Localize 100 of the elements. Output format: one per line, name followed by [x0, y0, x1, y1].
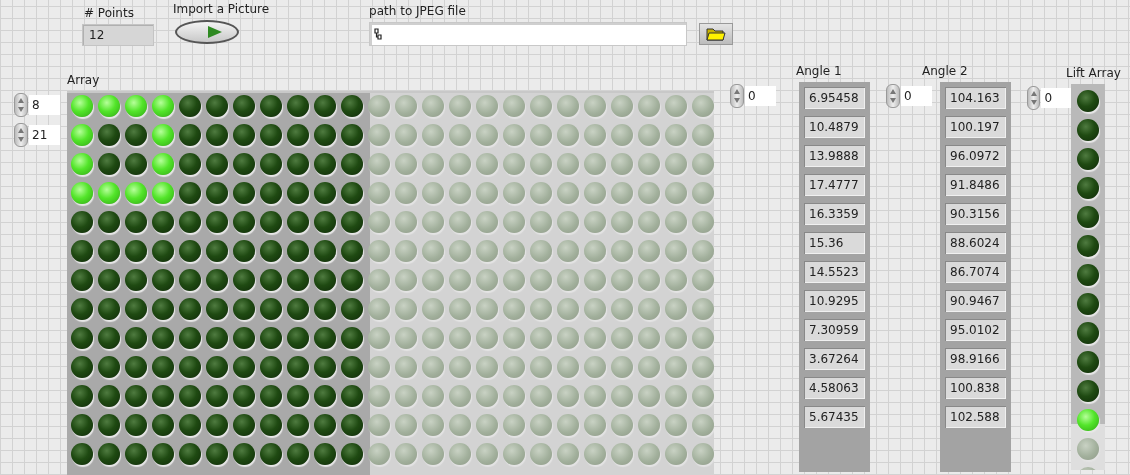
numeric-indicator: 10.4879	[804, 116, 865, 138]
spinner-arrows-icon	[1029, 90, 1038, 106]
index-spinner[interactable]	[1027, 86, 1041, 110]
disabled-led	[530, 356, 552, 378]
import-button[interactable]	[175, 20, 239, 44]
numeric-indicator: 90.9467	[945, 290, 1006, 312]
disabled-led	[530, 153, 552, 175]
disabled-led	[611, 385, 633, 407]
disabled-led	[611, 124, 633, 146]
disabled-led	[665, 211, 687, 233]
disabled-led	[584, 211, 606, 233]
disabled-led	[368, 298, 390, 320]
disabled-led	[449, 327, 471, 349]
disabled-led	[368, 443, 390, 465]
numeric-indicator: 104.163	[945, 87, 1006, 109]
disabled-led	[368, 124, 390, 146]
disabled-led	[665, 240, 687, 262]
disabled-led	[476, 385, 498, 407]
disabled-led	[584, 182, 606, 204]
disabled-led	[611, 95, 633, 117]
disabled-led	[503, 211, 525, 233]
disabled-led	[368, 385, 390, 407]
disabled-led	[557, 95, 579, 117]
disabled-led	[665, 327, 687, 349]
numeric-indicator: 102.588	[945, 406, 1006, 428]
disabled-led	[422, 211, 444, 233]
disabled-led	[638, 327, 660, 349]
disabled-led	[584, 95, 606, 117]
disabled-led	[638, 443, 660, 465]
disabled-led	[638, 356, 660, 378]
disabled-led	[584, 443, 606, 465]
disabled-led	[395, 385, 417, 407]
disabled-led	[611, 240, 633, 262]
numeric-indicator: 10.9295	[804, 290, 865, 312]
disabled-led	[557, 414, 579, 436]
disabled-led	[557, 327, 579, 349]
numeric-indicator: 4.58063	[804, 377, 865, 399]
disabled-led	[584, 269, 606, 291]
index-field[interactable]: 0	[901, 86, 932, 106]
disabled-led	[692, 240, 714, 262]
index-spinner[interactable]	[14, 93, 28, 117]
disabled-led	[530, 443, 552, 465]
disabled-led	[557, 153, 579, 175]
index-spinner[interactable]	[730, 84, 744, 108]
disabled-led	[530, 240, 552, 262]
disabled-led	[638, 182, 660, 204]
disabled-led	[638, 269, 660, 291]
path-field[interactable]	[369, 22, 688, 46]
browse-button[interactable]	[699, 23, 734, 45]
disabled-led	[503, 269, 525, 291]
disabled-led	[449, 95, 471, 117]
numeric-indicator: 6.95458	[804, 87, 865, 109]
numeric-indicator: 13.9888	[804, 145, 865, 167]
disabled-led	[503, 240, 525, 262]
disabled-led	[638, 95, 660, 117]
disabled-led	[449, 211, 471, 233]
index-field[interactable]: 0	[1041, 88, 1071, 108]
array-label: Angle 1	[796, 64, 842, 78]
index-field[interactable]: 8	[29, 95, 60, 115]
disabled-led	[665, 124, 687, 146]
disabled-led	[503, 356, 525, 378]
disabled-led	[422, 182, 444, 204]
disabled-led	[422, 327, 444, 349]
disabled-led	[530, 327, 552, 349]
disabled-led	[638, 385, 660, 407]
disabled-led	[530, 298, 552, 320]
disabled-led	[584, 414, 606, 436]
disabled-led	[665, 298, 687, 320]
disabled-led	[692, 182, 714, 204]
path-icon	[374, 28, 383, 40]
index-spinner[interactable]	[886, 84, 900, 108]
disabled-led	[395, 153, 417, 175]
disabled-led	[449, 298, 471, 320]
numeric-indicator: 7.30959	[804, 319, 865, 341]
disabled-led	[692, 269, 714, 291]
index-spinner[interactable]	[14, 123, 28, 147]
index-field[interactable]: 0	[745, 86, 776, 106]
disabled-led	[503, 443, 525, 465]
disabled-led	[368, 414, 390, 436]
disabled-led	[530, 269, 552, 291]
numeric-indicator: 88.6024	[945, 232, 1006, 254]
array-label: Lift Array	[1066, 66, 1121, 80]
disabled-led	[665, 182, 687, 204]
index-field[interactable]: 21	[29, 125, 60, 145]
numeric-indicator: 100.838	[945, 377, 1006, 399]
disabled-led	[692, 298, 714, 320]
array-label: Angle 2	[922, 64, 968, 78]
disabled-led	[476, 211, 498, 233]
disabled-led	[476, 269, 498, 291]
disabled-led	[395, 95, 417, 117]
disabled-led	[476, 298, 498, 320]
disabled-led	[476, 124, 498, 146]
disabled-led	[557, 269, 579, 291]
disabled-led	[422, 298, 444, 320]
disabled-led	[530, 414, 552, 436]
disabled-led	[665, 269, 687, 291]
disabled-led	[1077, 438, 1099, 460]
disabled-led	[395, 356, 417, 378]
spinner-arrows-icon	[733, 88, 741, 104]
disabled-led	[557, 182, 579, 204]
